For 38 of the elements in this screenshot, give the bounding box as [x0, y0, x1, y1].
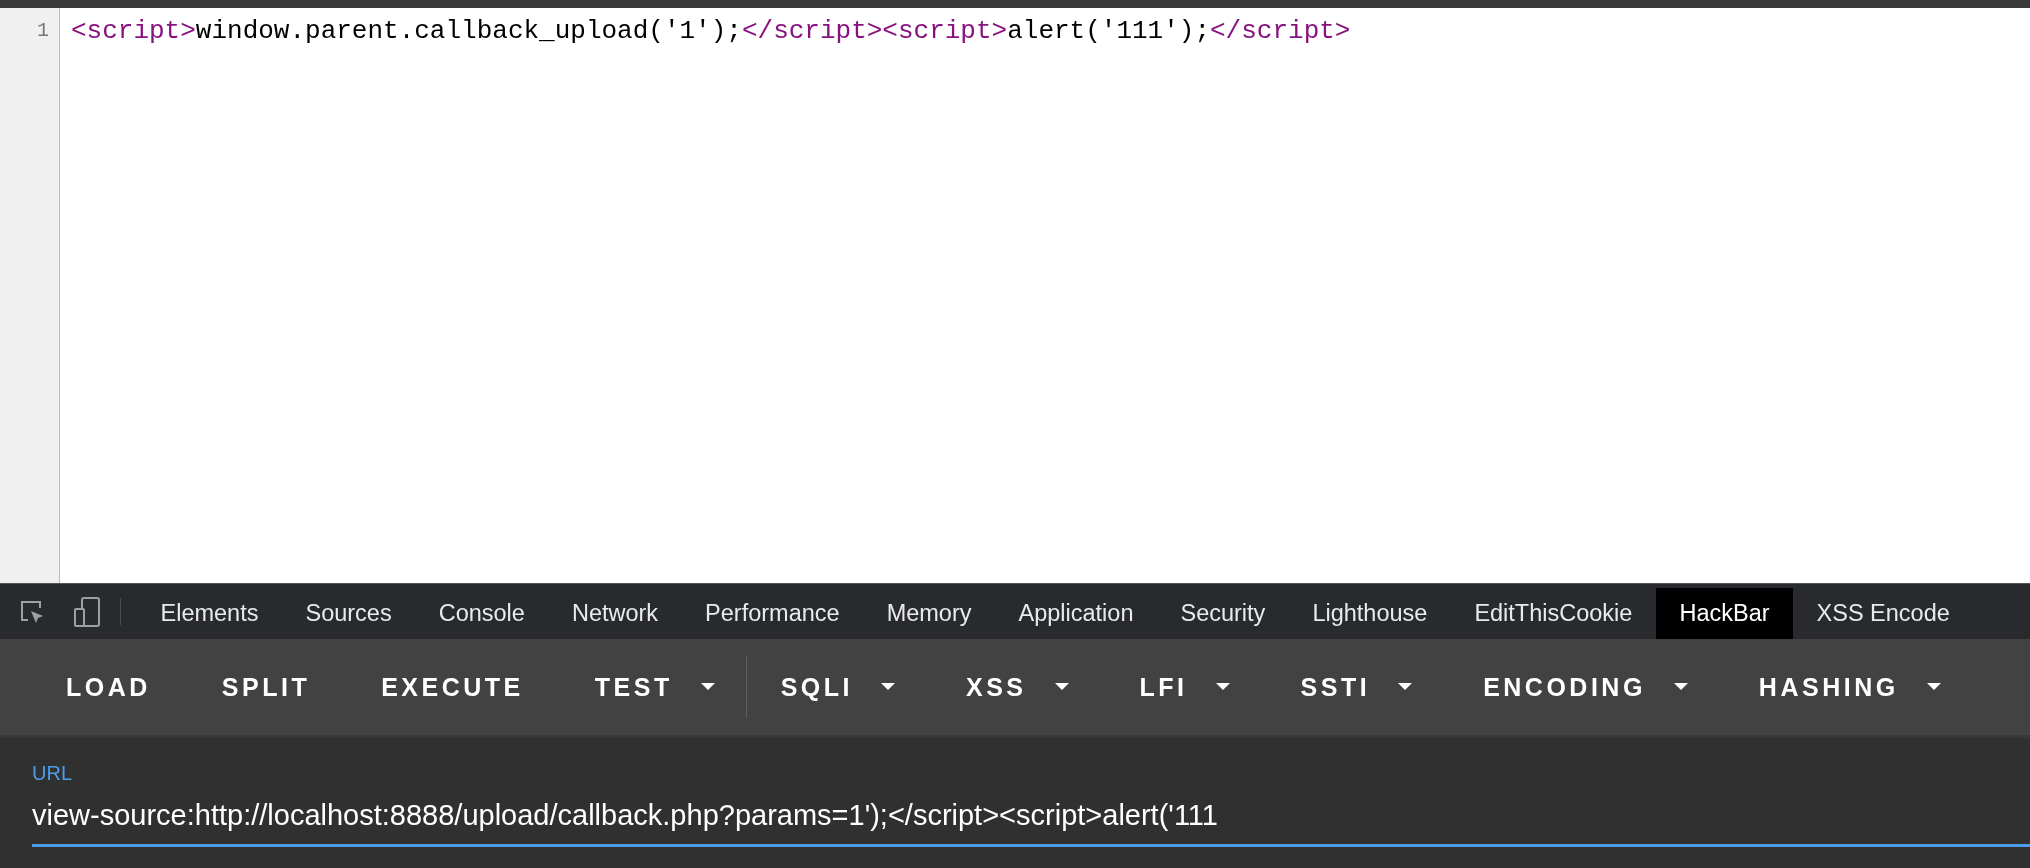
devtools-tab[interactable]: HackBar [1655, 588, 1794, 639]
devtools-tab[interactable]: Network [548, 588, 682, 639]
toolbar-button[interactable]: LOAD [46, 662, 171, 712]
toolbar-button[interactable]: SPLIT [201, 662, 331, 712]
dropdown-button[interactable]: SQLI [760, 662, 915, 712]
caret-icon [1926, 683, 1941, 691]
caret-icon [700, 683, 715, 691]
caret-icon [1398, 683, 1413, 691]
devtools-tab[interactable]: Security [1157, 588, 1289, 639]
dropdown-button[interactable]: LFI [1119, 662, 1250, 712]
dropdown-button[interactable]: SSTI [1280, 662, 1433, 712]
devtools-tab[interactable]: XSS Encode [1793, 588, 1974, 639]
toolbar-button[interactable]: EXECUTE [361, 662, 544, 712]
url-field[interactable]: view-source:http://localhost:8888/upload/callback.php?params=1');</script><script>alert('111 [32, 791, 2030, 847]
line-number: 1 [37, 18, 50, 44]
devtools-tab[interactable]: Console [415, 588, 549, 639]
devtools-tab[interactable]: Elements [137, 588, 282, 639]
html-tag: </script><script> [741, 16, 1008, 46]
caret-icon [1673, 683, 1688, 691]
html-tag: <script> [71, 16, 196, 46]
devtools-tab[interactable]: EditThisCookie [1450, 588, 1656, 639]
caret-icon [881, 683, 895, 691]
devtools-tab[interactable]: Memory [863, 588, 995, 639]
caret-icon [1215, 683, 1230, 691]
field-label: URL [32, 762, 72, 785]
caret-icon [1054, 683, 1069, 691]
dropdown-button[interactable]: ENCODING [1463, 662, 1708, 712]
dropdown-button[interactable]: TEST [574, 662, 735, 712]
code-text: window.parent.callback_upload('1'); [195, 16, 742, 46]
devtools-tab[interactable]: Sources [281, 588, 416, 639]
dropdown-button[interactable]: HASHING [1738, 662, 1961, 712]
devtools-tab[interactable]: Performance [681, 588, 864, 639]
devtools-tab[interactable]: Application [995, 588, 1157, 639]
code-text: alert('111'); [1007, 16, 1210, 46]
html-tag: </script> [1210, 16, 1351, 46]
devtools-tab[interactable]: Lighthouse [1288, 588, 1451, 639]
device-icon[interactable] [74, 596, 100, 627]
dropdown-button[interactable]: XSS [946, 662, 1089, 712]
